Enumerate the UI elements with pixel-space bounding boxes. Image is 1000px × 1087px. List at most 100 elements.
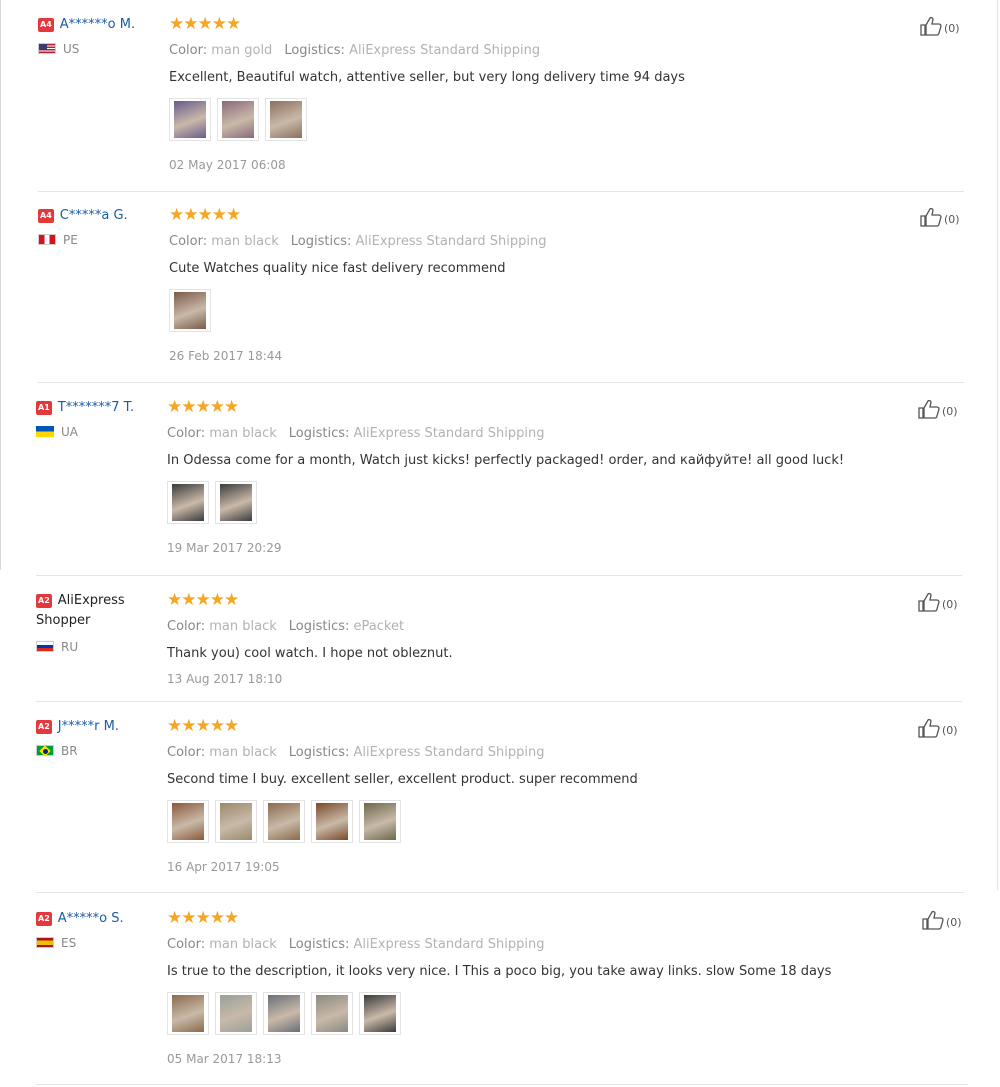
- reviewer-name[interactable]: AliExpress: [58, 593, 125, 608]
- logistics-value: AliExpress Standard Shipping: [349, 43, 541, 58]
- review-photo-thumbnail[interactable]: [167, 992, 209, 1035]
- helpful-button[interactable]: (0): [918, 592, 958, 614]
- review-photo-thumbnail[interactable]: [263, 992, 305, 1035]
- review-date: 16 Apr 2017 19:05: [167, 860, 280, 874]
- review-meta: Color: man black Logistics: AliExpress St…: [167, 937, 545, 952]
- reviewer-info: A4 A******o M. US: [38, 16, 163, 57]
- review-photo-thumbnail[interactable]: [215, 481, 257, 524]
- thumbs-up-icon: [918, 592, 940, 612]
- reviewer-country: BR: [36, 743, 161, 759]
- helpful-button[interactable]: (0): [920, 207, 960, 229]
- review-text: Second time I buy. excellent seller, exc…: [167, 772, 638, 787]
- reviewer-name[interactable]: J*****r M.: [58, 719, 119, 734]
- review-photo-thumbnail[interactable]: [359, 992, 401, 1035]
- logistics-value: ePacket: [353, 619, 405, 634]
- buyer-level-badge: A1: [36, 401, 52, 415]
- reviewer-country: ES: [36, 935, 161, 951]
- review-date: 13 Aug 2017 18:10: [167, 672, 283, 686]
- review-item: A1 T*******7 T. UA ★★★★★ Color: man black…: [36, 399, 962, 576]
- helpful-button[interactable]: (0): [920, 16, 960, 38]
- reviewer-name[interactable]: T*******7 T.: [58, 400, 134, 415]
- helpful-button[interactable]: (0): [918, 399, 958, 421]
- reviewer-country: RU: [36, 639, 161, 655]
- thumbs-up-icon: [918, 399, 940, 419]
- reviewer-info: A1 T*******7 T. UA: [36, 399, 161, 440]
- review-text: Cute Watches quality nice fast delivery …: [169, 261, 506, 276]
- review-date: 26 Feb 2017 18:44: [169, 349, 283, 363]
- review-item: A2 AliExpress Shopper RU ★★★★★ Color: man…: [36, 592, 962, 702]
- review-photo-thumbnail[interactable]: [169, 289, 211, 332]
- star-rating: ★★★★★: [167, 908, 239, 928]
- review-photo-thumbnail[interactable]: [167, 481, 209, 524]
- helpful-button[interactable]: (0): [918, 718, 958, 740]
- reviewer-info: A2 AliExpress Shopper RU: [36, 592, 161, 655]
- review-photo-thumbnail[interactable]: [169, 98, 211, 141]
- review-photo-thumbnail[interactable]: [265, 98, 307, 141]
- helpful-count: (0): [946, 916, 962, 929]
- review-divider: [36, 575, 962, 576]
- review-photos: [167, 481, 902, 526]
- pe-flag-icon: [38, 234, 56, 245]
- review-photo-thumbnail[interactable]: [215, 992, 257, 1035]
- review-divider: [38, 191, 964, 192]
- review-text: Thank you) cool watch. I hope not oblezn…: [167, 646, 453, 661]
- review-date: 05 Mar 2017 18:13: [167, 1052, 282, 1066]
- review-photos: [169, 289, 904, 334]
- review-photo-thumbnail[interactable]: [311, 992, 353, 1035]
- helpful-button[interactable]: (0): [922, 910, 962, 932]
- review-item: A4 A******o M. US ★★★★★ Color: man gold Lo…: [38, 16, 964, 192]
- review-photo-thumbnail[interactable]: [217, 98, 259, 141]
- review-photo-thumbnail[interactable]: [311, 800, 353, 843]
- es-flag-icon: [36, 937, 54, 948]
- review-content: ★★★★★ Color: man black Logistics: AliExpr…: [167, 910, 908, 1067]
- review-content: ★★★★★ Color: man black Logistics: AliExpr…: [167, 399, 902, 556]
- review-divider: [36, 1084, 968, 1085]
- review-divider: [38, 382, 964, 383]
- star-rating: ★★★★★: [167, 590, 239, 610]
- color-value: man black: [209, 745, 277, 760]
- logistics-value: AliExpress Standard Shipping: [353, 426, 545, 441]
- page-left-border: [0, 0, 1, 570]
- buyer-level-badge: A2: [36, 720, 52, 734]
- review-date: 19 Mar 2017 20:29: [167, 541, 282, 555]
- review-photo-thumbnail[interactable]: [359, 800, 401, 843]
- review-text: Excellent, Beautiful watch, attentive se…: [169, 70, 685, 85]
- review-photo-thumbnail[interactable]: [167, 800, 209, 843]
- ru-flag-icon: [36, 641, 54, 652]
- review-photo-thumbnail[interactable]: [263, 800, 305, 843]
- buyer-level-badge: A2: [36, 912, 52, 926]
- buyer-level-badge: A4: [38, 209, 54, 223]
- star-rating: ★★★★★: [169, 14, 241, 34]
- logistics-value: AliExpress Standard Shipping: [353, 937, 545, 952]
- helpful-count: (0): [944, 22, 960, 35]
- reviewer-name[interactable]: C*****a G.: [60, 208, 128, 223]
- helpful-count: (0): [942, 598, 958, 611]
- logistics-value: AliExpress Standard Shipping: [355, 234, 547, 249]
- reviewer-info: A4 C*****a G. PE: [38, 207, 163, 248]
- color-value: man black: [209, 619, 277, 634]
- star-rating: ★★★★★: [167, 397, 239, 417]
- thumbs-up-icon: [922, 910, 944, 930]
- us-flag-icon: [38, 43, 56, 54]
- star-rating: ★★★★★: [167, 716, 239, 736]
- reviewer-name-line2[interactable]: Shopper: [36, 613, 90, 628]
- review-photos: [167, 800, 904, 845]
- helpful-count: (0): [942, 405, 958, 418]
- helpful-count: (0): [942, 724, 958, 737]
- thumbs-up-icon: [920, 16, 942, 36]
- review-photos: [169, 98, 904, 143]
- reviewer-name[interactable]: A*****o S.: [58, 911, 124, 926]
- br-flag-icon: [36, 745, 54, 756]
- review-divider: [36, 701, 962, 702]
- page-right-border: [997, 0, 998, 890]
- review-divider: [36, 892, 964, 893]
- review-content: ★★★★★ Color: man black Logistics: AliExpr…: [167, 718, 904, 875]
- buyer-level-badge: A2: [36, 594, 52, 608]
- review-text: Is true to the description, it looks ver…: [167, 964, 832, 979]
- review-photo-thumbnail[interactable]: [215, 800, 257, 843]
- review-content: ★★★★★ Color: man black Logistics: AliExpr…: [169, 207, 904, 364]
- reviewer-name[interactable]: A******o M.: [60, 17, 135, 32]
- review-meta: Color: man gold Logistics: AliExpress Sta…: [169, 43, 541, 58]
- reviewer-country: UA: [36, 424, 161, 440]
- review-text: In Odessa come for a month, Watch just k…: [167, 453, 845, 468]
